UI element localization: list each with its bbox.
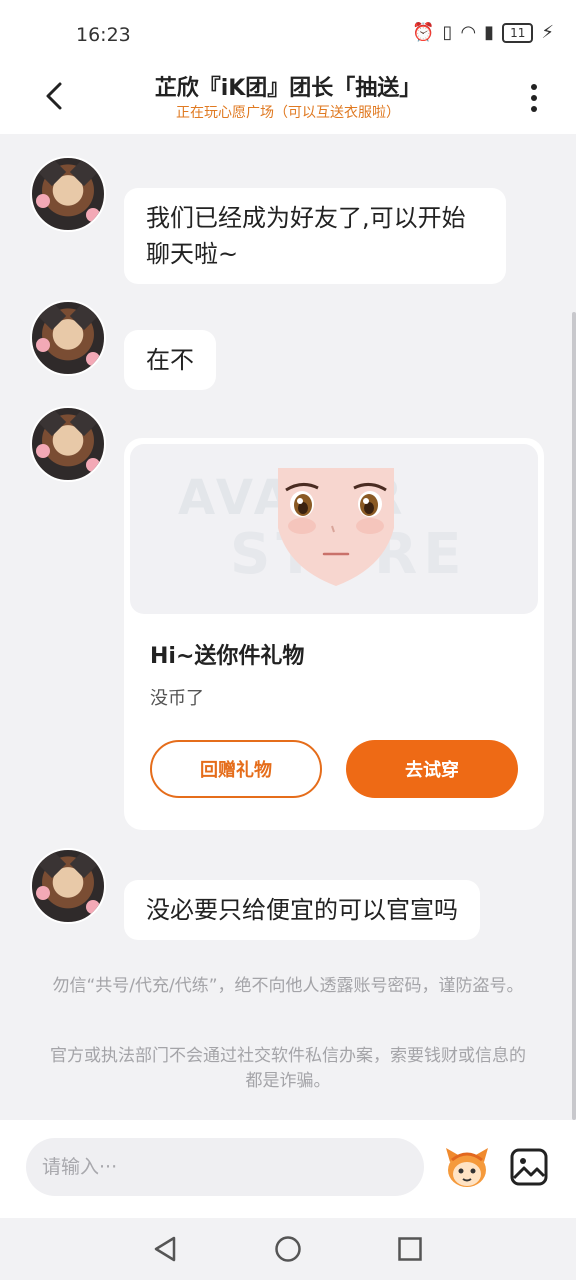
avatar[interactable] — [30, 406, 106, 482]
alarm-icon: ⏰ — [412, 22, 435, 43]
battery-level: 11 — [502, 22, 534, 43]
image-icon — [510, 1148, 548, 1186]
chat-title: 芷欣『iK团』团长「抽送」 — [154, 76, 422, 101]
gift-card[interactable]: AVATAR STORE Hi~送你件礼物 没币了 回赠礼物 去试穿 — [124, 438, 544, 830]
security-notice: 勿信“共号/代充/代练”，绝不向他人透露账号密码，谨防盗号。 — [52, 976, 524, 996]
gift-face-image — [278, 468, 394, 586]
message-input[interactable] — [26, 1138, 424, 1196]
nav-home-icon — [275, 1236, 301, 1262]
avatar[interactable] — [30, 156, 106, 232]
alert-icon: ▮ — [484, 22, 495, 43]
more-button[interactable] — [514, 76, 554, 120]
message-bubble: 我们已经成为好友了,可以开始聊天啦~ — [124, 188, 506, 284]
nav-home-button[interactable] — [271, 1232, 305, 1266]
avatar[interactable] — [30, 848, 106, 924]
vibrate-icon: ▯ — [442, 22, 453, 43]
nav-recent-icon — [398, 1237, 422, 1261]
more-icon — [531, 84, 537, 112]
image-button[interactable] — [508, 1146, 550, 1188]
input-bar — [0, 1120, 576, 1218]
status-icons: ⏰ ▯ ◠ ▮ 11 ⚡ — [412, 22, 554, 43]
scrollbar[interactable] — [572, 312, 576, 1120]
gift-banner: AVATAR STORE — [130, 444, 538, 614]
return-gift-button[interactable]: 回赠礼物 — [150, 740, 322, 798]
gift-card-description: 没币了 — [150, 688, 204, 709]
fraud-notice: 官方或执法部门不会通过社交软件私信办案，索要钱财或信息的都是诈骗。 — [50, 1046, 526, 1091]
emoji-button[interactable] — [442, 1142, 492, 1192]
chat-subtitle[interactable]: 正在玩心愿广场（可以互送衣服啦） — [90, 102, 486, 122]
back-icon — [46, 82, 62, 110]
message-bubble: 没必要只给便宜的可以官宣吗 — [124, 880, 480, 940]
avatar[interactable] — [30, 300, 106, 376]
message-bubble: 在不 — [124, 330, 216, 390]
nav-back-icon — [154, 1236, 176, 1262]
nav-recent-button[interactable] — [393, 1232, 427, 1266]
system-nav-bar — [0, 1218, 576, 1280]
emoji-icon — [446, 1148, 488, 1187]
gift-card-title: Hi~送你件礼物 — [150, 644, 305, 669]
status-time: 16:23 — [76, 24, 131, 46]
try-on-button[interactable]: 去试穿 — [346, 740, 518, 798]
chat-header: 芷欣『iK团』团长「抽送」 正在玩心愿广场（可以互送衣服啦） — [0, 60, 576, 134]
nav-back-button[interactable] — [148, 1232, 182, 1266]
charging-icon: ⚡ — [541, 22, 554, 43]
back-button[interactable] — [34, 74, 74, 118]
wifi-icon: ◠ — [460, 22, 477, 43]
